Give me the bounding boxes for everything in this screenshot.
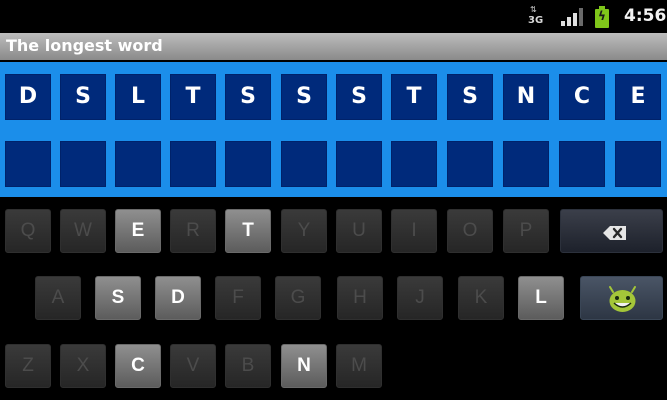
letter-tile[interactable]: N [503, 74, 549, 120]
answer-slot[interactable] [503, 141, 549, 187]
clock: 4:56 [624, 6, 667, 26]
battery-charging-icon: ϟ [595, 6, 609, 28]
key-w[interactable]: W [60, 209, 106, 253]
signal-strength-icon [561, 8, 583, 26]
letter-tile[interactable]: S [281, 74, 327, 120]
key-d[interactable]: D [155, 276, 201, 320]
key-t[interactable]: T [225, 209, 271, 253]
letter-tile[interactable]: E [615, 74, 661, 120]
key-q[interactable]: Q [5, 209, 51, 253]
letter-tile[interactable]: S [60, 74, 106, 120]
answer-slot[interactable] [115, 141, 161, 187]
key-c[interactable]: C [115, 344, 161, 388]
key-y[interactable]: Y [281, 209, 327, 253]
letter-tile[interactable]: C [559, 74, 605, 120]
data-activity-icon: ⇅ [530, 5, 537, 14]
soft-keyboard: QWERTYUIOP ASDFGHJKL ZXCVBNM [0, 200, 667, 400]
answer-slot[interactable] [5, 141, 51, 187]
android-smiley-icon [609, 286, 636, 312]
key-n[interactable]: N [281, 344, 327, 388]
status-bar: ⇅ 3G ϟ 4:56 [0, 0, 667, 33]
answer-slot[interactable] [615, 141, 661, 187]
key-b[interactable]: B [225, 344, 271, 388]
letter-tile[interactable]: S [336, 74, 382, 120]
key-k[interactable]: K [458, 276, 504, 320]
backspace-key[interactable] [560, 209, 663, 253]
key-o[interactable]: O [447, 209, 493, 253]
letter-tile[interactable]: D [5, 74, 51, 120]
key-l[interactable]: L [518, 276, 564, 320]
key-v[interactable]: V [170, 344, 216, 388]
answer-slot[interactable] [225, 141, 271, 187]
key-g[interactable]: G [275, 276, 321, 320]
answer-slot[interactable] [60, 141, 106, 187]
emoji-key[interactable] [580, 276, 663, 320]
key-r[interactable]: R [170, 209, 216, 253]
answer-slot[interactable] [281, 141, 327, 187]
key-z[interactable]: Z [5, 344, 51, 388]
key-p[interactable]: P [503, 209, 549, 253]
letter-tile[interactable]: T [170, 74, 216, 120]
key-j[interactable]: J [397, 276, 443, 320]
key-x[interactable]: X [60, 344, 106, 388]
key-h[interactable]: H [337, 276, 383, 320]
key-f[interactable]: F [215, 276, 261, 320]
key-a[interactable]: A [35, 276, 81, 320]
letter-tile[interactable]: S [225, 74, 271, 120]
title-bar: The longest word [0, 33, 667, 60]
game-board: DSLTSSSTSNCE [0, 62, 667, 197]
answer-slot[interactable] [391, 141, 437, 187]
key-s[interactable]: S [95, 276, 141, 320]
key-u[interactable]: U [336, 209, 382, 253]
key-i[interactable]: I [391, 209, 437, 253]
letter-tile[interactable]: L [115, 74, 161, 120]
network-type-label: 3G [528, 15, 544, 26]
letter-tile[interactable]: T [391, 74, 437, 120]
network-type-indicator: ⇅ 3G [528, 6, 544, 28]
answer-slot[interactable] [559, 141, 605, 187]
answer-slot[interactable] [170, 141, 216, 187]
answer-slot[interactable] [336, 141, 382, 187]
key-m[interactable]: M [336, 344, 382, 388]
letter-tile[interactable]: S [447, 74, 493, 120]
key-e[interactable]: E [115, 209, 161, 253]
backspace-icon [603, 226, 626, 240]
app-title: The longest word [6, 36, 163, 55]
answer-slot[interactable] [447, 141, 493, 187]
